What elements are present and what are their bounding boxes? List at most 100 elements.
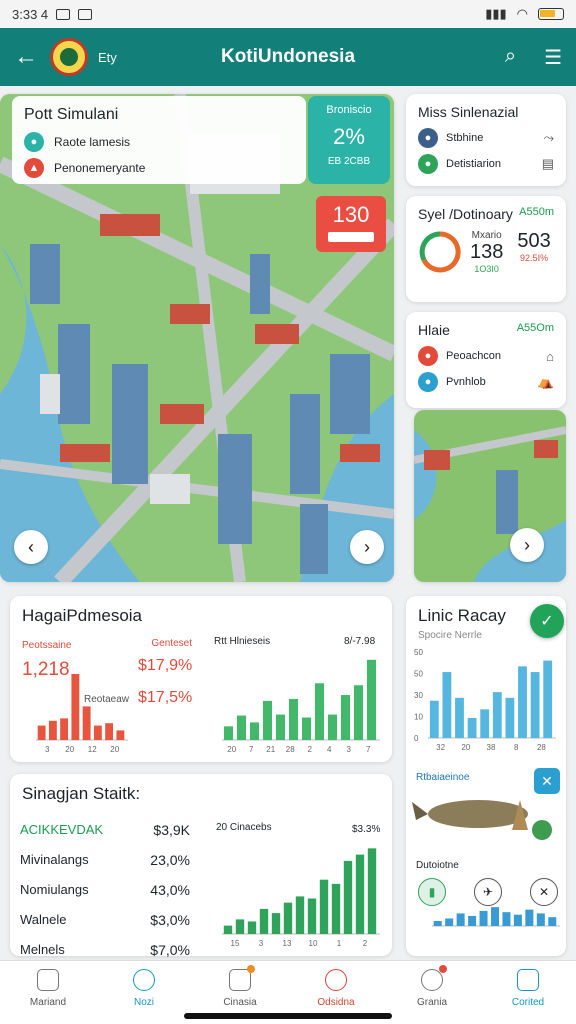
stat-row[interactable]: Walnele $3,0% <box>20 912 190 928</box>
bar <box>366 659 377 740</box>
mini-map-next-button[interactable]: › <box>510 528 544 562</box>
logo <box>50 38 88 76</box>
stat-value: $17,9% <box>138 657 193 674</box>
map-prev-button[interactable]: ‹ <box>14 530 48 564</box>
mini-map-preview[interactable]: › <box>414 410 566 582</box>
tent-icon: ⛺ <box>537 374 554 389</box>
simulation-item[interactable]: ● Raote lamesis <box>24 132 294 152</box>
car-icon: ● <box>418 128 438 148</box>
bar <box>367 848 377 934</box>
message-icon <box>56 8 71 20</box>
counter-badge[interactable]: 130 <box>316 196 386 252</box>
bar <box>502 912 511 926</box>
list-item[interactable]: ● Peoachcon ⌂ <box>418 346 554 366</box>
nav-item-odsidna[interactable]: Odsidna <box>288 969 384 1008</box>
bar <box>530 672 540 738</box>
home-indicator <box>184 1013 392 1019</box>
list-item[interactable]: ● Detistiarion ▤ <box>418 154 554 174</box>
mini-card-title: Hlaie A55Om <box>418 322 554 338</box>
chart-harga-red: 3 20 12 20 <box>36 674 128 754</box>
stat-row[interactable]: ACIKKEVDAK $3,9K <box>20 822 190 838</box>
bar <box>71 674 80 740</box>
bar <box>490 907 500 926</box>
bar <box>37 725 46 740</box>
folder-icon <box>517 969 539 991</box>
bar <box>468 915 477 926</box>
menu-icon[interactable]: ☰ <box>544 45 562 70</box>
mini-card-dictionary[interactable]: Syel /Dotinoary A550m Mxario 138 1O3I0 5… <box>406 196 566 302</box>
tick-label: 20 <box>110 745 119 754</box>
chart-sinagjan-green: 15 3 13 10 1 2 <box>222 848 380 948</box>
bar <box>505 697 515 738</box>
percentage-badge[interactable]: Broniscio 2% EB 2CBB <box>308 96 390 184</box>
mini-card-title: Miss Sinlenazial <box>418 104 519 120</box>
map-next-button[interactable]: › <box>350 530 384 564</box>
chart-label: Genteset <box>151 638 192 649</box>
chart-label: Rtt Hlnieseis <box>214 636 271 647</box>
chevron-left-icon: ‹ <box>28 536 34 557</box>
simulation-title: Pott Simulani <box>24 106 119 123</box>
tick-label: 50 <box>414 648 423 657</box>
nav-item-grania[interactable]: Grania <box>384 965 480 1008</box>
bar <box>536 913 545 926</box>
mini-card-simulation[interactable]: Miss Sinlenazial ● Stbhine ⤳ ● Detistiar… <box>406 94 566 186</box>
tick-label: 1 <box>337 939 342 948</box>
bar <box>307 898 317 934</box>
tick-label: 0 <box>414 734 419 743</box>
stat-col: 503 92.5I% <box>517 230 551 263</box>
bar <box>295 896 305 934</box>
bar <box>467 717 477 738</box>
tick-label: 2 <box>363 939 368 948</box>
bar <box>288 698 299 740</box>
chart-harga-green: 20 7 21 28 2 4 3 7 <box>222 659 380 754</box>
airship-illustration <box>412 800 552 840</box>
bar <box>301 717 312 740</box>
nav-item-home[interactable]: Mariand <box>0 969 96 1008</box>
battery-icon <box>538 8 564 20</box>
list-item[interactable]: ● Pvnhlob ⛺ <box>418 372 554 392</box>
city-map[interactable]: Pott Simulani ● Raote lamesis ▲ Penoneme… <box>0 94 394 582</box>
nav-item-cinasia[interactable]: Cinasia <box>192 965 288 1008</box>
list-item[interactable]: ● Stbhine ⤳ <box>418 128 554 148</box>
simulation-item[interactable]: ▲ Penonemeryante <box>24 158 294 178</box>
bar <box>353 685 364 740</box>
tick-label: 20 <box>227 745 236 754</box>
chart-value: 8/-7.98 <box>344 636 376 647</box>
bar <box>223 726 234 740</box>
tick-label: 3 <box>45 745 50 754</box>
tick-label: 28 <box>537 743 546 752</box>
notification-icon <box>78 8 93 20</box>
bar <box>236 715 247 740</box>
back-icon[interactable]: ← <box>14 43 44 71</box>
flag-icon: ● <box>418 346 438 366</box>
edit-button[interactable]: ✓ <box>530 604 564 638</box>
leaf-icon: ● <box>418 154 438 174</box>
bar <box>60 718 69 740</box>
tick-label: 50 <box>414 670 423 679</box>
nav-item-nozi[interactable]: Nozi <box>96 969 192 1008</box>
chart-value: $3.3% <box>352 824 381 835</box>
bar <box>259 908 269 934</box>
tick-label: 30 <box>414 691 423 700</box>
search-icon[interactable]: ⌕ <box>505 45 516 70</box>
stat-value: $17,5% <box>138 689 193 706</box>
simulation-panel: Pott Simulani ● Raote lamesis ▲ Penoneme… <box>12 96 306 184</box>
tick-label: 12 <box>88 745 97 754</box>
nav-item-corited[interactable]: Corited <box>480 969 576 1008</box>
chevron-right-icon: › <box>524 534 530 555</box>
bar <box>319 879 329 934</box>
bar <box>283 902 293 934</box>
tick-label: 3 <box>347 745 352 754</box>
check-icon: ✓ <box>540 613 554 630</box>
bar <box>543 660 553 738</box>
stat-row[interactable]: Nomiulangs 43,0% <box>20 882 190 898</box>
stat-col: Mxario 138 1O3I0 <box>470 230 504 274</box>
stat-row[interactable]: Melnels $7,0% <box>20 942 190 958</box>
mini-card-title: Syel /Dotinoary A550m <box>418 206 554 222</box>
home-icon <box>37 969 59 991</box>
chart-lindc-mini <box>432 907 560 927</box>
mini-card-hlaie[interactable]: Hlaie A55Om ● Peoachcon ⌂ ● Pvnhlob ⛺ <box>406 312 566 408</box>
stat-row[interactable]: Mivinalangs 23,0% <box>20 852 190 868</box>
bar <box>456 913 465 926</box>
bar <box>525 909 534 926</box>
